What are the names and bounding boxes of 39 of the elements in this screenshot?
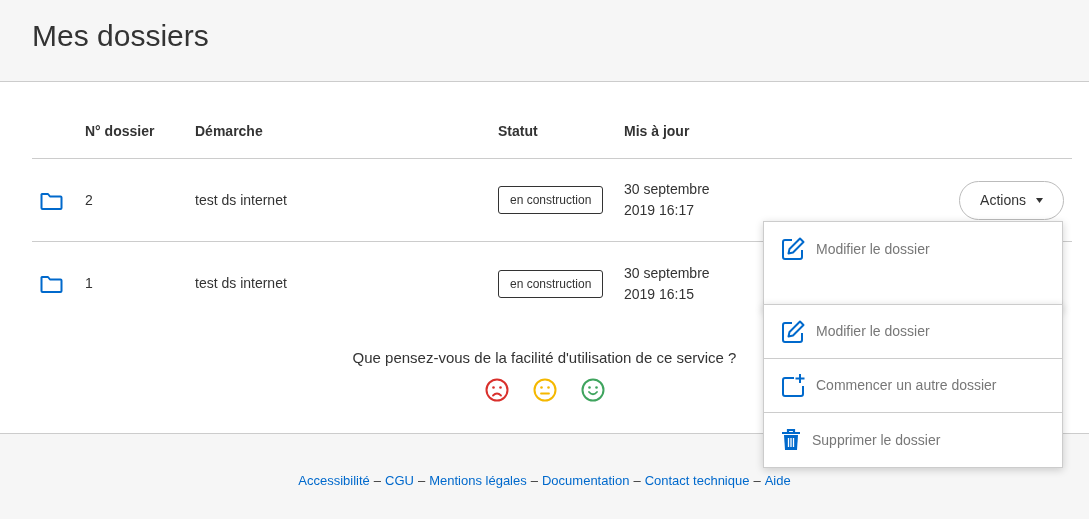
procedure-name: test ds internet bbox=[195, 275, 287, 291]
new-folder-icon bbox=[780, 372, 806, 399]
folder-icon[interactable] bbox=[40, 191, 63, 210]
footer-link[interactable]: Aide bbox=[764, 473, 791, 488]
edit-icon bbox=[780, 318, 806, 345]
menu-item[interactable]: Modifier le dossier bbox=[816, 321, 930, 342]
separator: – bbox=[633, 473, 641, 488]
caret-icon bbox=[1036, 198, 1043, 204]
edit-icon bbox=[780, 236, 806, 262]
folder-icon[interactable] bbox=[40, 275, 63, 294]
footer-link[interactable]: Mentions légales bbox=[429, 473, 527, 488]
footer-link[interactable]: CGU bbox=[385, 473, 414, 488]
menu-item[interactable]: Modifier le dossier bbox=[816, 238, 930, 260]
happy-face-icon[interactable] bbox=[580, 377, 605, 402]
column-header: Démarche bbox=[195, 121, 264, 141]
status-badge: en construction bbox=[498, 269, 604, 298]
trash-icon bbox=[780, 428, 802, 452]
actions-button[interactable]: Actions bbox=[959, 180, 1064, 220]
separator: – bbox=[373, 473, 382, 488]
folder-number: 1 bbox=[85, 275, 93, 291]
page-title: Mes dossiers bbox=[32, 18, 210, 54]
folder-number: 2 bbox=[85, 191, 93, 208]
status-badge: en construction bbox=[498, 186, 604, 214]
updated-date: 30 septembre 2019 16:17 bbox=[624, 180, 711, 220]
separator: – bbox=[417, 473, 426, 488]
column-header: Statut bbox=[498, 121, 539, 141]
separator: – bbox=[530, 473, 538, 488]
separator: – bbox=[753, 473, 761, 488]
menu-item[interactable]: Supprimer le dossier bbox=[812, 429, 941, 451]
footer-link[interactable]: Accessibilité bbox=[298, 473, 370, 488]
sad-face-icon[interactable] bbox=[484, 377, 509, 402]
procedure-name: test ds internet bbox=[195, 191, 287, 208]
updated-date: 30 septembre 2019 16:15 bbox=[624, 263, 711, 304]
footer-link[interactable]: Documentation bbox=[541, 473, 630, 488]
footer-link[interactable]: Contact technique bbox=[644, 473, 750, 488]
column-header: Mis à jour bbox=[624, 121, 691, 141]
menu-item[interactable]: Commencer un autre dossier bbox=[816, 375, 997, 396]
column-header: N° dossier bbox=[85, 121, 156, 141]
feedback-question: Que pensez-vous de la facilité d'utilisation de ce service ? bbox=[351, 348, 738, 368]
